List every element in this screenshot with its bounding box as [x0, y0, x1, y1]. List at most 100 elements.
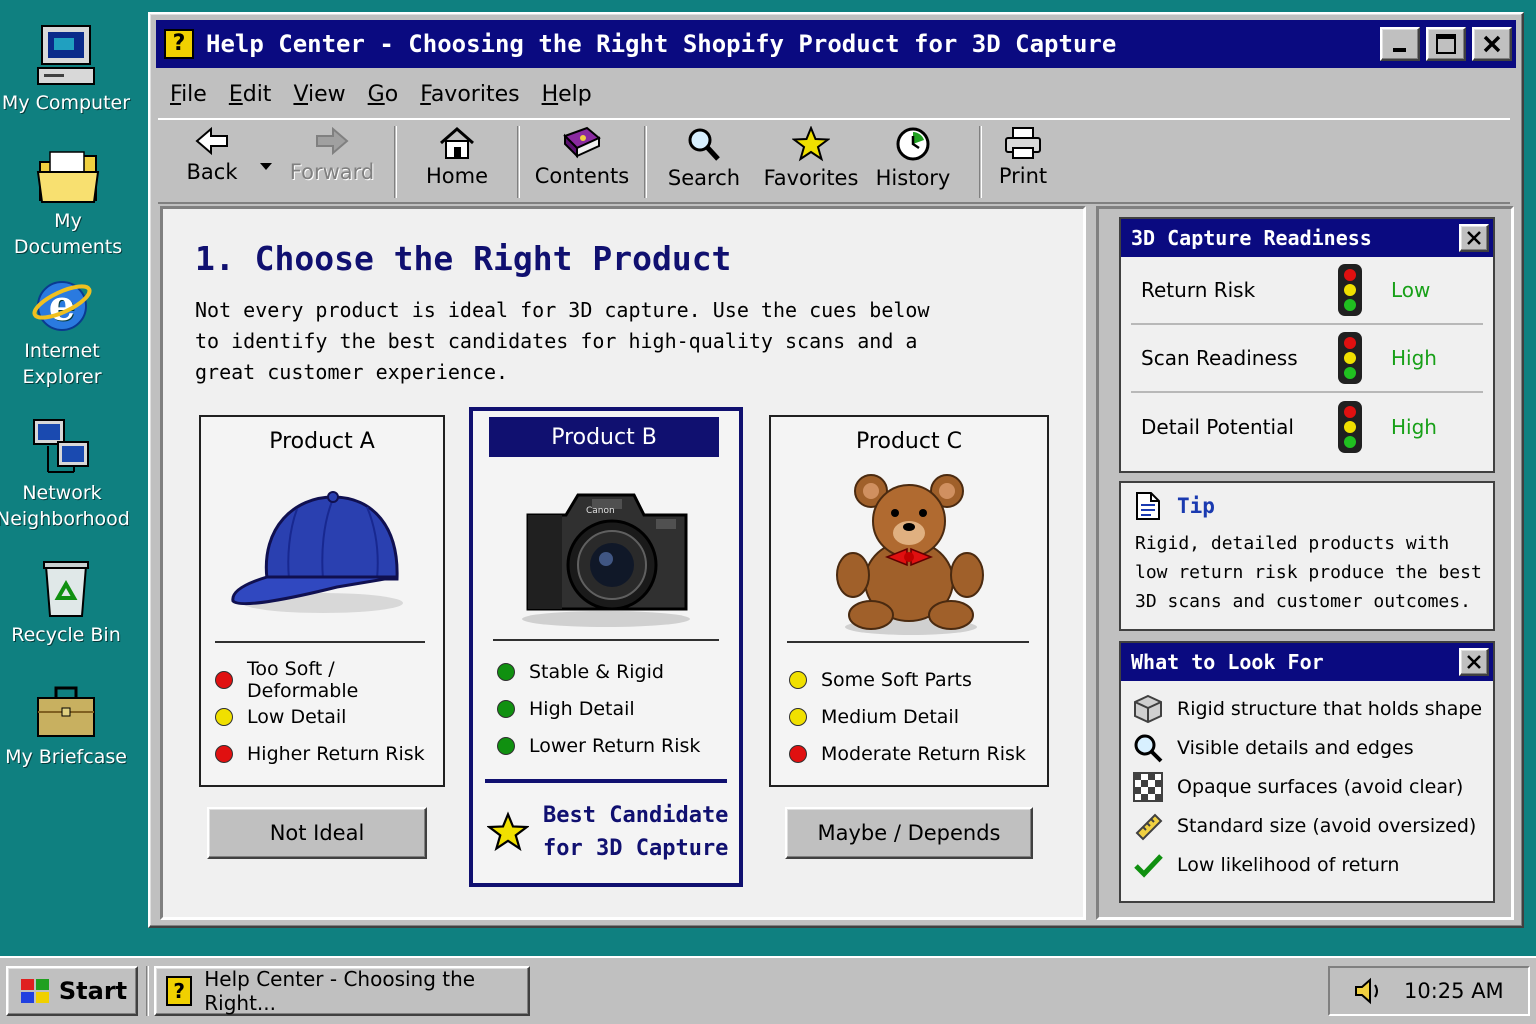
- readiness-label: Return Risk: [1141, 278, 1256, 302]
- home-button[interactable]: Home: [397, 120, 517, 202]
- page-intro: Not every product is ideal for 3D captur…: [195, 298, 930, 384]
- help-center-window: ? Help Center - Choosing the Right Shopi…: [148, 12, 1524, 928]
- status-dot-yellow: [215, 707, 233, 726]
- help-icon: ?: [164, 29, 194, 59]
- status-dot-yellow: [789, 670, 807, 689]
- status-dot-green: [497, 662, 515, 681]
- readiness-label: Scan Readiness: [1141, 346, 1298, 370]
- minimize-icon: [1393, 48, 1406, 52]
- print-button[interactable]: Print: [982, 120, 1064, 202]
- help-icon: ?: [166, 976, 193, 1006]
- forward-label: Forward: [289, 160, 375, 184]
- home-label: Home: [425, 164, 488, 188]
- look-for-item: Opaque surfaces (avoid clear): [1121, 767, 1493, 806]
- status-dot-red: [789, 744, 807, 763]
- maybe-depends-button[interactable]: Maybe / Depends: [785, 807, 1033, 859]
- desktop-icon-network-neighborhood[interactable]: Network Neighborhood: [0, 416, 130, 532]
- star-icon: [487, 811, 529, 852]
- trait-item: Some Soft Parts: [789, 661, 1026, 698]
- printer-icon: [1005, 127, 1041, 159]
- taskbar-separator: [146, 966, 149, 1016]
- close-button[interactable]: [1472, 27, 1512, 61]
- trait-item: Too Soft / Deformable: [215, 658, 443, 702]
- readiness-panel: 3D Capture Readiness Return Risk Low Sca…: [1119, 217, 1495, 473]
- recycle-bin-icon: [43, 561, 89, 617]
- desktop-icon-label: My Documents: [13, 210, 123, 258]
- readiness-label: Detail Potential: [1141, 415, 1294, 439]
- card-divider: [493, 639, 719, 641]
- forward-arrow-icon: [316, 126, 349, 156]
- maximize-button[interactable]: [1426, 27, 1466, 61]
- minimize-button[interactable]: [1380, 27, 1420, 61]
- desktop-icon-label: Network Neighborhood: [0, 482, 130, 530]
- trait-item: Stable & Rigid: [497, 653, 700, 690]
- product-traits: Some Soft Parts Medium Detail Moderate R…: [789, 661, 1026, 772]
- desktop-icon-recycle-bin[interactable]: Recycle Bin: [0, 558, 132, 648]
- forward-button: Forward: [280, 120, 384, 202]
- readiness-value: High: [1391, 415, 1437, 439]
- desktop-icon-my-computer[interactable]: My Computer: [0, 22, 132, 116]
- status-dot-green: [497, 699, 515, 718]
- readiness-title: 3D Capture Readiness: [1131, 226, 1372, 250]
- back-button[interactable]: Back: [164, 120, 260, 202]
- start-label: Start: [58, 977, 128, 1005]
- status-dot-yellow: [789, 707, 807, 726]
- menu-help[interactable]: Help: [542, 82, 592, 107]
- trait-item: Moderate Return Risk: [789, 735, 1026, 772]
- readiness-value: High: [1391, 346, 1437, 370]
- favorites-label: Favorites: [763, 166, 859, 190]
- status-dot-green: [497, 736, 515, 755]
- menu-file[interactable]: File: [170, 82, 207, 107]
- desktop-icon-label: My Computer: [1, 92, 131, 114]
- star-icon: [792, 126, 830, 162]
- status-dot-red: [215, 670, 233, 689]
- history-button[interactable]: History: [861, 120, 965, 202]
- readiness-close-button[interactable]: [1459, 224, 1489, 252]
- best-candidate-line1: Best Candidate: [543, 803, 729, 828]
- title-bar[interactable]: ? Help Center - Choosing the Right Shopi…: [156, 20, 1516, 68]
- contents-label: Contents: [534, 164, 630, 188]
- internet-explorer-icon: e: [32, 281, 92, 331]
- product-card-c[interactable]: Product C Some Soft Parts Medium Detail …: [769, 415, 1049, 787]
- menu-favorites[interactable]: Favorites: [420, 82, 519, 107]
- page-title: 1. Choose the Right Product: [195, 239, 732, 278]
- search-button[interactable]: Search: [647, 120, 761, 202]
- help-content-pane: 1. Choose the Right Product Not every pr…: [160, 206, 1086, 920]
- menu-view[interactable]: View: [293, 82, 345, 107]
- desktop-icon-label: Internet Explorer: [22, 340, 102, 388]
- trait-item: Medium Detail: [789, 698, 1026, 735]
- look-for-item: Low likelihood of return: [1121, 845, 1493, 884]
- menu-go[interactable]: Go: [368, 82, 399, 107]
- readiness-value: Low: [1391, 278, 1431, 302]
- card-divider: [485, 779, 727, 783]
- desktop-icon-my-documents[interactable]: My Documents: [2, 148, 134, 260]
- product-card-b[interactable]: Product B Canon Stable & Rigid High Deta…: [469, 407, 743, 887]
- favorites-button[interactable]: Favorites: [761, 120, 861, 202]
- look-for-close-button[interactable]: [1459, 648, 1489, 676]
- taskbar-item-help-center[interactable]: ? Help Center - Choosing the Right...: [154, 966, 530, 1016]
- start-button[interactable]: Start: [6, 966, 138, 1016]
- maximize-icon: [1436, 34, 1456, 54]
- back-arrow-icon: [195, 126, 228, 156]
- tip-text: Rigid, detailed products with low return…: [1135, 533, 1482, 612]
- history-clock-icon: [896, 127, 930, 161]
- product-name: Product A: [269, 429, 375, 454]
- status-dot-red: [215, 744, 233, 763]
- speaker-icon[interactable]: [1352, 975, 1386, 1007]
- desktop-icon-my-briefcase[interactable]: My Briefcase: [0, 684, 132, 770]
- home-icon: [440, 127, 474, 159]
- best-candidate-badge: Best Candidate for 3D Capture: [487, 799, 728, 865]
- contents-button[interactable]: Contents: [520, 120, 644, 202]
- product-card-a[interactable]: Product A Too Soft / Deformable Low Deta…: [199, 415, 445, 787]
- clock: 10:25 AM: [1404, 979, 1504, 1003]
- product-traits: Too Soft / Deformable Low Detail Higher …: [215, 658, 443, 772]
- product-name: Product B: [551, 424, 657, 450]
- desktop-icon-internet-explorer[interactable]: e Internet Explorer: [0, 274, 128, 390]
- print-label: Print: [998, 164, 1048, 188]
- readiness-panel-header: 3D Capture Readiness: [1121, 219, 1493, 257]
- not-ideal-button[interactable]: Not Ideal: [207, 807, 427, 859]
- close-icon: [1467, 231, 1481, 245]
- back-dropdown-arrow-icon[interactable]: [260, 120, 280, 175]
- history-label: History: [875, 166, 951, 190]
- menu-edit[interactable]: Edit: [229, 82, 272, 107]
